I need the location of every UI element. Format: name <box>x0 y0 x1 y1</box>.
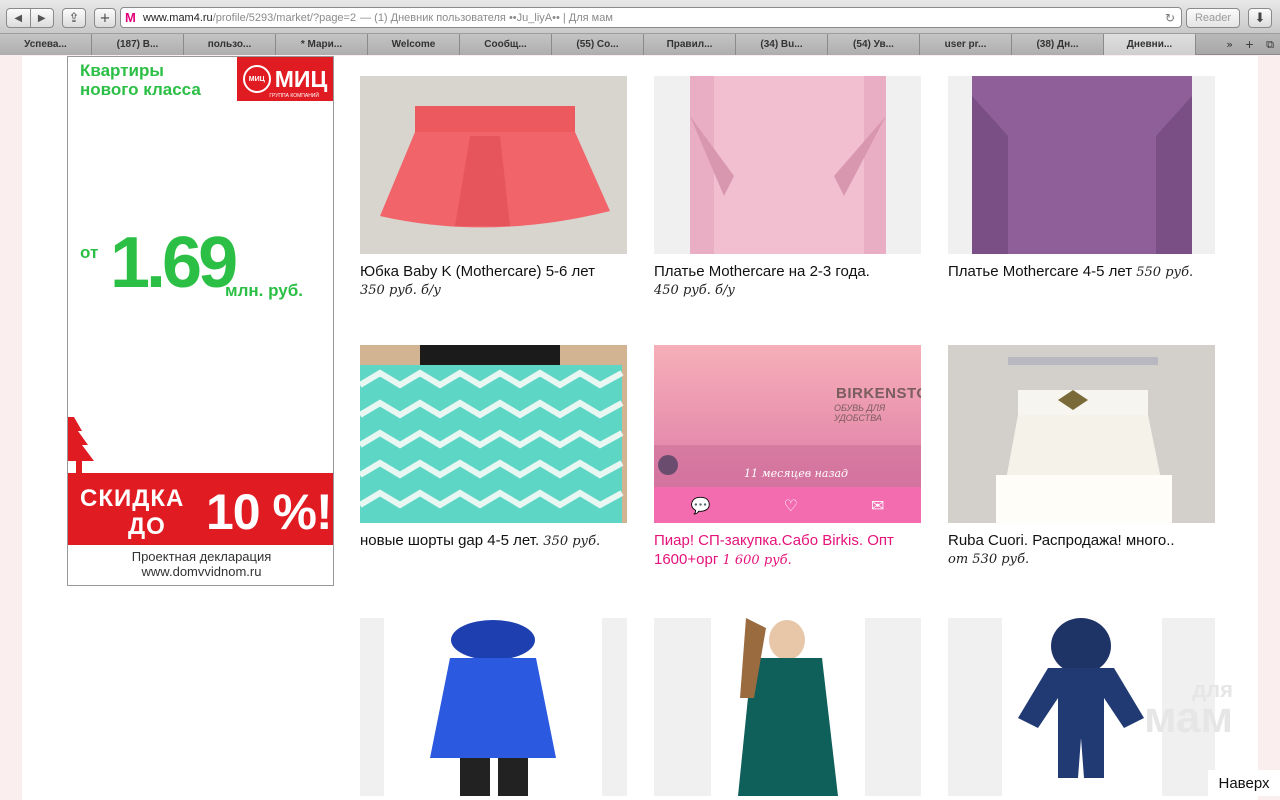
item-title[interactable]: Ruba Cuori. Распродажа! много.. <box>948 531 1215 550</box>
back-icon[interactable]: ◀ <box>7 9 31 27</box>
ad-headline-line2: нового класса <box>80 80 201 99</box>
purple-dress-photo-icon <box>948 76 1215 254</box>
promo-brand: BIRKENSTOCK <box>836 385 921 402</box>
item-price: 550 руб. <box>1136 265 1194 280</box>
ad-discount-line1: СКИДКА <box>80 485 185 512</box>
ad-headline: Квартиры нового класса <box>80 61 201 99</box>
item-photo[interactable]: BIRKENSTOCK ОБУВЬ ДЛЯ УДОБСТВА 11 месяце… <box>654 345 921 523</box>
item-photo[interactable] <box>654 76 921 254</box>
blue-jacket-photo-icon <box>360 618 627 796</box>
market-item[interactable]: Ruba Cuori. Распродажа! много.. от 530 р… <box>948 345 1215 567</box>
item-price: 1 600 руб. <box>722 553 792 568</box>
promo-actions: 💬 ♡ ✉ <box>654 487 921 523</box>
market-item[interactable]: новые шорты gap 4-5 лет. 350 руб. <box>360 345 627 551</box>
item-photo[interactable] <box>360 345 627 523</box>
like-icon[interactable]: ♡ <box>784 496 798 515</box>
tab-overflow-icon[interactable]: » <box>1220 38 1239 51</box>
dress-photo-icon <box>654 76 921 254</box>
url-path: /profile/5293/market/?page=2 <box>212 11 357 24</box>
share-icon[interactable]: ⇪ <box>62 8 86 28</box>
market-item[interactable]: Платье Mothercare на 2-3 года. 450 руб. … <box>654 76 921 298</box>
ad-price-value: 1.69 <box>110 223 238 303</box>
ad-banner[interactable]: Квартиры нового класса МИЦ МИЦ ГРУППА КО… <box>67 56 334 586</box>
item-photo[interactable] <box>948 345 1215 523</box>
tab[interactable]: Успева... <box>0 34 92 55</box>
ad-logo: МИЦ МИЦ ГРУППА КОМПАНИЙ <box>237 57 333 101</box>
tab-controls: » + ⧉ <box>1220 34 1280 55</box>
nav-buttons: ◀ ▶ <box>6 8 54 28</box>
ad-price-unit: млн. руб. <box>225 281 303 300</box>
tab[interactable]: Welcome <box>368 34 460 55</box>
promo-time: 11 месяцев назад <box>744 467 848 480</box>
message-icon[interactable]: ✉ <box>871 496 884 515</box>
tab[interactable]: Сообщ... <box>460 34 552 55</box>
tab[interactable]: * Мари... <box>276 34 368 55</box>
watermark-big: мам <box>1144 693 1233 742</box>
tab-active[interactable]: Дневни... <box>1104 34 1196 55</box>
shorts-photo-icon <box>360 345 627 523</box>
new-tab-icon[interactable]: + <box>94 8 116 28</box>
tree-icon <box>68 417 94 473</box>
item-price: 350 руб. б/у <box>360 283 441 298</box>
ad-footer-line2: www.domvvidnom.ru <box>141 564 262 579</box>
item-title[interactable]: новые шорты gap 4-5 лет. 350 руб. <box>360 531 627 551</box>
green-coat-photo-icon <box>654 618 921 796</box>
tab[interactable]: пользо... <box>184 34 276 55</box>
page-title: — (1) Дневник пользователя ••Ju_liyA•• |… <box>360 11 613 24</box>
item-photo[interactable] <box>948 76 1215 254</box>
address-bar[interactable]: M www.mam4.ru /profile/5293/market/?page… <box>120 7 1182 28</box>
promo-slogan: ОБУВЬ ДЛЯ УДОБСТВА <box>834 403 886 423</box>
ad-discount-line2: ДО <box>128 513 166 540</box>
comment-icon[interactable]: 💬 <box>691 496 711 515</box>
item-title[interactable]: Юбка Baby K (Mothercare) 5-6 лет <box>360 262 627 281</box>
tab[interactable]: (55) Со... <box>552 34 644 55</box>
ad-price-prefix: от <box>80 243 99 262</box>
market-item[interactable] <box>360 618 627 796</box>
page-content: Квартиры нового класса МИЦ МИЦ ГРУППА КО… <box>22 56 1258 800</box>
market-item-promo[interactable]: BIRKENSTOCK ОБУВЬ ДЛЯ УДОБСТВА 11 месяце… <box>654 345 921 570</box>
tab[interactable]: user pr... <box>920 34 1012 55</box>
item-title[interactable]: Платье Mothercare на 2-3 года. <box>654 262 921 281</box>
market-item[interactable] <box>654 618 921 796</box>
item-title-text[interactable]: новые шорты gap 4-5 лет. <box>360 532 539 549</box>
tab[interactable]: (187) В... <box>92 34 184 55</box>
ad-footer-line1: Проектная декларация <box>131 549 272 564</box>
ad-discount-percent: 10 %! <box>206 484 333 540</box>
ad-logo-name: МИЦ <box>274 65 328 92</box>
site-watermark: для мам <box>1144 679 1233 740</box>
item-photo[interactable] <box>654 618 921 796</box>
ad-footer: Проектная декларация www.domvvidnom.ru <box>68 549 333 579</box>
site-favicon-icon: M <box>125 10 136 25</box>
ad-logo-ring-icon: МИЦ <box>242 65 271 93</box>
url-host: www.mam4.ru <box>143 11 213 24</box>
market-item[interactable]: Юбка Baby K (Mothercare) 5-6 лет 350 руб… <box>360 76 627 298</box>
ad-discount-banner: СКИДКА ДО 10 %! <box>68 473 333 545</box>
market-item[interactable]: Платье Mothercare 4-5 лет 550 руб. <box>948 76 1215 282</box>
item-title[interactable]: Пиар! СП-закупка.Сабо Birkis. Опт 1600+о… <box>654 531 921 570</box>
forward-icon[interactable]: ▶ <box>31 9 54 27</box>
add-tab-icon[interactable]: + <box>1239 38 1260 51</box>
item-price: 450 руб. б/у <box>654 283 735 298</box>
tab-bar: Успева... (187) В... пользо... * Мари...… <box>0 34 1280 55</box>
browser-toolbar: ◀ ▶ ⇪ + M www.mam4.ru /profile/5293/mark… <box>0 0 1280 34</box>
white-skirt-photo-icon <box>948 345 1215 523</box>
item-price: 350 руб. <box>543 534 601 549</box>
item-photo[interactable] <box>360 618 627 796</box>
item-title-text[interactable]: Платье Mothercare 4-5 лет <box>948 263 1132 280</box>
tab[interactable]: (34) Bu... <box>736 34 828 55</box>
tab[interactable]: (54) Ув... <box>828 34 920 55</box>
ad-logo-sub: ГРУППА КОМПАНИЙ <box>269 93 319 99</box>
reload-icon[interactable]: ↻ <box>1165 11 1175 25</box>
back-to-top-button[interactable]: Наверх <box>1208 770 1280 796</box>
item-title[interactable]: Платье Mothercare 4-5 лет 550 руб. <box>948 262 1215 282</box>
tab[interactable]: (38) Дн... <box>1012 34 1104 55</box>
reader-button[interactable]: Reader <box>1186 8 1240 28</box>
skirt-photo-icon <box>360 76 627 254</box>
tab[interactable]: Правил... <box>644 34 736 55</box>
ad-headline-line1: Квартиры <box>80 61 164 80</box>
item-photo[interactable] <box>360 76 627 254</box>
tab-overview-icon[interactable]: ⧉ <box>1260 38 1280 52</box>
item-price: от 530 руб. <box>948 552 1030 567</box>
download-icon[interactable]: ⬇ <box>1248 8 1272 28</box>
